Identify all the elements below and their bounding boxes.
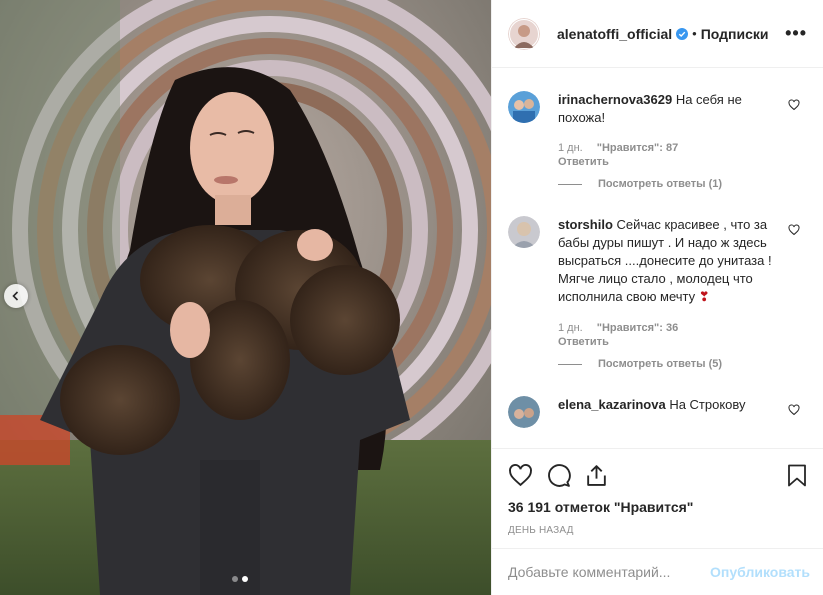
photo-scene — [0, 0, 491, 595]
avatar-image — [508, 17, 540, 50]
carousel-dot-active — [242, 576, 248, 582]
comment-like-heart-icon[interactable] — [788, 99, 800, 111]
view-replies-button[interactable]: Посмотреть ответы (1) — [558, 178, 780, 190]
comment-like-count[interactable]: "Нравится": 87 — [597, 142, 678, 154]
share-icon — [587, 464, 606, 486]
post-timestamp[interactable]: ДЕНЬ НАЗАД — [508, 525, 808, 536]
post-like-count[interactable]: 36 191 отметок "Нравится" — [508, 499, 808, 515]
carousel-indicator — [232, 576, 248, 582]
commenter-avatar[interactable] — [508, 396, 540, 428]
replies-divider — [558, 183, 582, 185]
action-icons-row — [508, 459, 808, 491]
publish-button[interactable]: Опубликовать — [710, 564, 810, 580]
view-replies-button[interactable]: Посмотреть ответы (5) — [558, 358, 780, 370]
comment-username[interactable]: storshilo — [558, 217, 613, 232]
comment-time: 1 дн. — [558, 142, 583, 154]
like-button[interactable] — [508, 460, 538, 490]
view-replies-label: Посмотреть ответы (5) — [598, 358, 723, 370]
comment-username[interactable]: elena_kazarinova — [558, 397, 666, 412]
commenter-avatar[interactable] — [508, 91, 540, 123]
comment-item: elena_kazarinova На Строкову — [508, 396, 808, 428]
comments-list[interactable]: irinachernova3629 На себя не похожа! 1 д… — [492, 69, 823, 447]
comment-input[interactable] — [508, 564, 711, 580]
comment-text: storshilo Сейчас красивее , что за бабы … — [558, 216, 780, 307]
reply-button[interactable]: Ответить — [558, 336, 780, 348]
heart-icon — [509, 463, 532, 486]
avatar-image — [508, 91, 540, 123]
comment-like-count[interactable]: "Нравится": 36 — [597, 322, 678, 334]
comment-button[interactable] — [546, 460, 576, 490]
avatar-image — [508, 396, 540, 428]
comment-icon — [548, 463, 571, 487]
author-username[interactable]: alenatoffi_official — [557, 26, 672, 42]
previous-photo-button[interactable] — [4, 284, 28, 308]
post-photo[interactable] — [0, 0, 491, 595]
replies-divider — [558, 363, 582, 365]
post-header: alenatoffi_official • Подписки ••• — [492, 0, 823, 68]
comment-item: storshilo Сейчас красивее , что за бабы … — [508, 216, 808, 370]
reply-button[interactable]: Ответить — [558, 156, 780, 168]
share-button[interactable] — [584, 460, 614, 490]
post-actions: 36 191 отметок "Нравится" ДЕНЬ НАЗАД — [492, 448, 823, 536]
commenter-avatar[interactable] — [508, 216, 540, 248]
view-replies-label: Посмотреть ответы (1) — [598, 178, 723, 190]
save-button[interactable] — [778, 460, 808, 490]
add-comment-bar: Опубликовать — [492, 548, 823, 595]
header-separator: • — [692, 26, 697, 41]
comment-username[interactable]: irinachernova3629 — [558, 92, 672, 107]
post-details-panel: alenatoffi_official • Подписки ••• irina… — [491, 0, 823, 595]
chevron-left-icon — [12, 291, 19, 301]
heart-exclamation-emoji: ❣ — [698, 290, 710, 305]
comment-time: 1 дн. — [558, 322, 583, 334]
bookmark-icon — [788, 464, 806, 486]
following-button[interactable]: Подписки — [701, 26, 769, 42]
comment-body: На Строкову — [669, 397, 746, 412]
comment-like-heart-icon[interactable] — [788, 224, 800, 236]
more-options-icon[interactable]: ••• — [785, 23, 807, 44]
author-avatar[interactable] — [508, 17, 540, 50]
avatar-image — [508, 216, 540, 248]
verified-badge-icon — [676, 27, 689, 40]
comment-item: irinachernova3629 На себя не похожа! 1 д… — [508, 91, 808, 190]
comment-meta: 1 дн. "Нравится": 87 — [558, 142, 780, 154]
comment-text: elena_kazarinova На Строкову — [558, 396, 780, 414]
carousel-dot — [232, 576, 238, 582]
comment-like-heart-icon[interactable] — [788, 404, 800, 416]
comment-text: irinachernova3629 На себя не похожа! — [558, 91, 780, 127]
comment-meta: 1 дн. "Нравится": 36 — [558, 322, 780, 334]
